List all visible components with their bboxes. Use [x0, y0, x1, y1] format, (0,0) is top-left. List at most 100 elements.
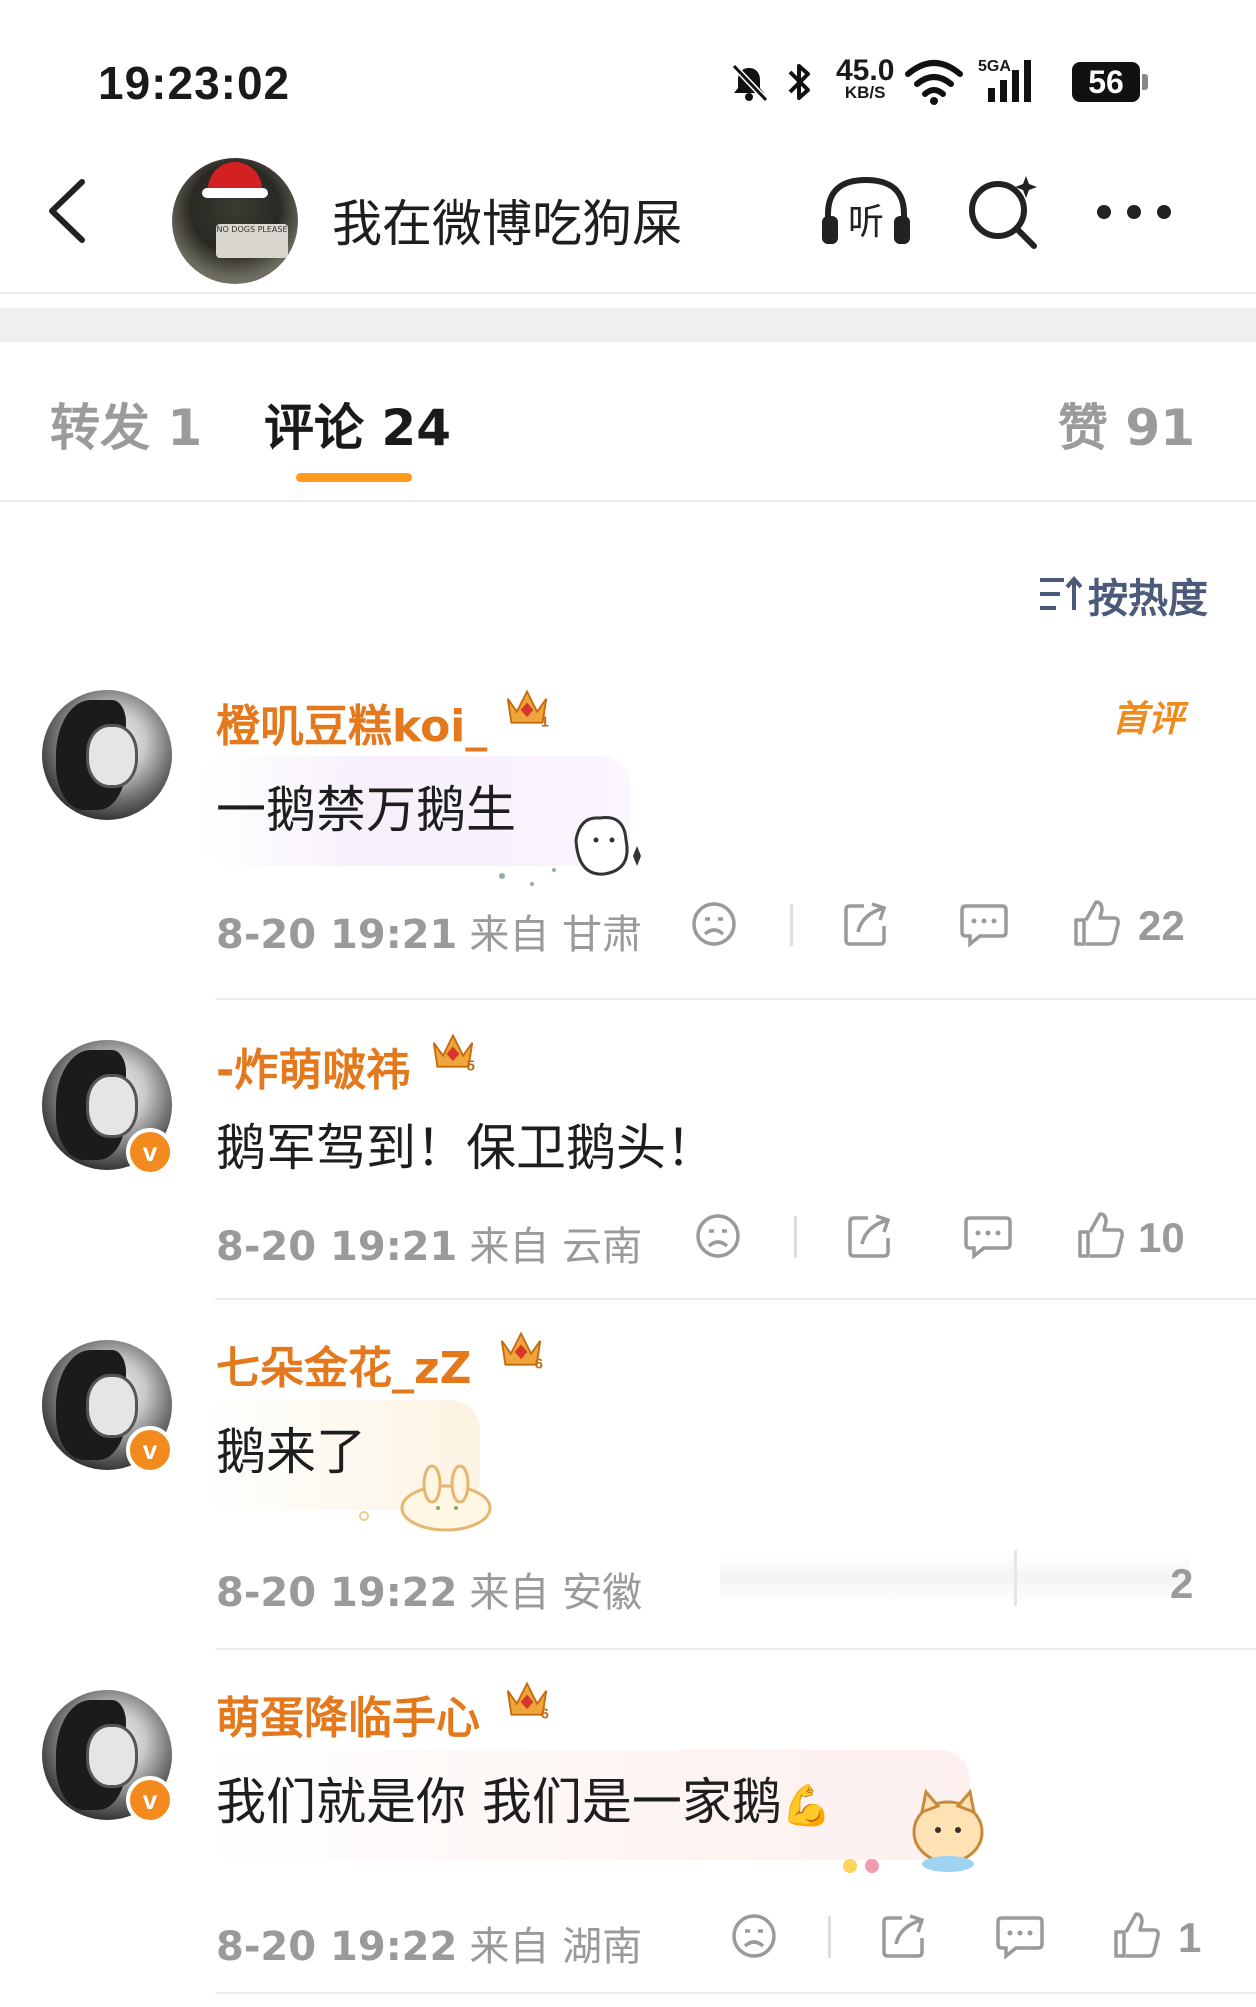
nav-divider	[0, 292, 1256, 294]
vip-crown-icon: 1	[502, 686, 552, 730]
tab-forward[interactable]: 转发 1	[50, 388, 202, 460]
comment-separator	[215, 1992, 1256, 1994]
svg-text:听: 听	[848, 202, 884, 243]
share-button[interactable]	[846, 1212, 894, 1260]
comment-location: 来自 云南	[469, 1224, 643, 1270]
tabs-divider	[0, 500, 1256, 502]
comment-time: 8-20 19:22	[216, 1570, 458, 1616]
commenter-name[interactable]: 七朵金花_zZ	[216, 1343, 472, 1394]
frown-face-icon	[696, 1214, 740, 1258]
thumbs-up-icon	[1074, 900, 1120, 946]
tab-comment[interactable]: 评论 24	[264, 388, 451, 460]
bunny-sticker-icon	[352, 1458, 502, 1538]
search-button[interactable]	[964, 172, 1042, 250]
comment-bubble-icon	[964, 1216, 1012, 1260]
comment-time: 8-20 19:21	[216, 1224, 458, 1270]
thumbs-up-icon	[1078, 1212, 1124, 1258]
comment-meta: 8-20 19:21 来自 甘肃	[216, 902, 642, 960]
cat-sticker-icon	[492, 800, 652, 890]
cat-flower-sticker-icon	[836, 1780, 996, 1880]
verified-badge: v	[126, 1776, 174, 1824]
more-options-button[interactable]	[1094, 200, 1174, 224]
comment-bubble-icon	[996, 1916, 1044, 1960]
share-button[interactable]	[842, 900, 890, 948]
commenter-avatar[interactable]	[42, 690, 172, 820]
vip-crown-icon: 5	[428, 1030, 478, 1074]
reply-button[interactable]	[958, 900, 1010, 948]
commenter-name-row: 七朵金花_zZ	[216, 1332, 472, 1396]
like-button[interactable]	[1076, 1210, 1126, 1260]
first-comment-badge: 首评	[1112, 699, 1185, 740]
share-icon	[844, 902, 887, 946]
comment-meta: 8-20 19:22 来自 安徽	[216, 1560, 642, 1618]
like-count: 10	[1138, 1214, 1185, 1261]
frown-face-icon	[732, 1914, 776, 1958]
commenter-name-row: 萌蛋降临手心	[216, 1682, 480, 1746]
dislike-button[interactable]	[694, 1212, 742, 1260]
comment-item: v 萌蛋降临手心 6 我们就是你 我们是一家鹅💪 8-20 19:22 来自 湖南	[0, 1670, 1256, 2007]
comment-item: 橙叽豆糕koi_ 1 首评 一鹅禁万鹅生 8-20 19:21 来自 甘肃 22	[0, 680, 1256, 1000]
share-icon	[882, 1914, 925, 1958]
frown-face-icon	[692, 902, 736, 946]
commenter-name-row: -炸萌啵祎	[216, 1034, 410, 1098]
comment-time: 8-20 19:21	[216, 912, 458, 958]
section-separator	[0, 308, 1256, 342]
action-divider	[794, 1216, 797, 1258]
dislike-button[interactable]	[690, 900, 738, 948]
comment-text: 鹅军驾到！保卫鹅头！	[216, 1119, 716, 1177]
action-divider	[790, 904, 793, 946]
comment-separator	[215, 1298, 1256, 1300]
comment-text: 一鹅禁万鹅生	[216, 781, 516, 839]
crown-level: 6	[541, 1706, 549, 1722]
comment-item: v -炸萌啵祎 5 鹅军驾到！保卫鹅头！ 8-20 19:21 来自 云南 10	[0, 1022, 1256, 1322]
battery-indicator: 56	[1072, 62, 1148, 102]
signal-label: 5GA	[978, 58, 1011, 75]
active-tab-indicator	[296, 473, 412, 482]
comment-text-content: 我们就是你 我们是一家鹅	[216, 1773, 782, 1831]
like-button[interactable]	[1112, 1910, 1162, 1960]
crown-level: 6	[535, 1356, 543, 1372]
comment-location: 来自 甘肃	[469, 912, 643, 958]
crown-level: 1	[541, 714, 549, 730]
vip-crown-icon: 6	[502, 1678, 552, 1722]
comment-time: 8-20 19:22	[216, 1924, 458, 1970]
mute-icon	[728, 62, 770, 104]
reply-button[interactable]	[962, 1212, 1014, 1260]
cellular-signal-icon: 5GA	[978, 58, 1036, 104]
back-button[interactable]	[44, 176, 90, 246]
headphones-icon: 听	[822, 176, 910, 244]
comment-location: 来自 安徽	[469, 1570, 643, 1616]
avatar-sign: NO DOGS PLEASE	[216, 224, 288, 258]
bluetooth-icon	[786, 60, 814, 104]
tab-like[interactable]: 赞 91	[1058, 388, 1195, 460]
commenter-name[interactable]: -炸萌啵祎	[216, 1045, 410, 1096]
reply-button[interactable]	[994, 1912, 1046, 1960]
dislike-button[interactable]	[730, 1912, 778, 1960]
comment-bubble-icon	[960, 904, 1008, 948]
verified-badge: v	[126, 1426, 174, 1474]
action-divider	[828, 1916, 831, 1958]
comment-separator	[215, 1648, 1256, 1650]
search-icon	[969, 176, 1037, 249]
avatar-face	[86, 1374, 138, 1438]
status-bar: 19:23:02 45.0 KB/S 5GA 56	[0, 0, 1256, 120]
status-time: 19:23:02	[98, 57, 291, 109]
listen-button[interactable]: 听	[818, 172, 914, 252]
like-count: 2	[1170, 1560, 1194, 1607]
santa-hat-brim	[202, 188, 268, 198]
flexed-biceps-icon: 💪	[781, 1783, 832, 1829]
comment-item: v 七朵金花_zZ 6 鹅来了 8-20 19:22 来自 安徽 2	[0, 1320, 1256, 1650]
share-icon	[848, 1214, 891, 1258]
comment-separator	[215, 998, 1256, 1000]
thumbs-up-icon	[1114, 1912, 1160, 1958]
verified-badge: v	[126, 1128, 174, 1176]
comment-location: 来自 湖南	[469, 1924, 643, 1970]
page-title[interactable]: 我在微博吃狗屎	[332, 184, 682, 256]
comment-text: 鹅来了	[216, 1423, 366, 1481]
commenter-name[interactable]: 萌蛋降临手心	[216, 1693, 480, 1744]
profile-avatar[interactable]: NO DOGS PLEASE	[172, 158, 298, 284]
share-button[interactable]	[880, 1912, 928, 1960]
commenter-name[interactable]: 橙叽豆糕koi_	[216, 701, 487, 752]
like-button[interactable]	[1072, 898, 1122, 948]
vip-crown-icon: 6	[496, 1328, 546, 1372]
